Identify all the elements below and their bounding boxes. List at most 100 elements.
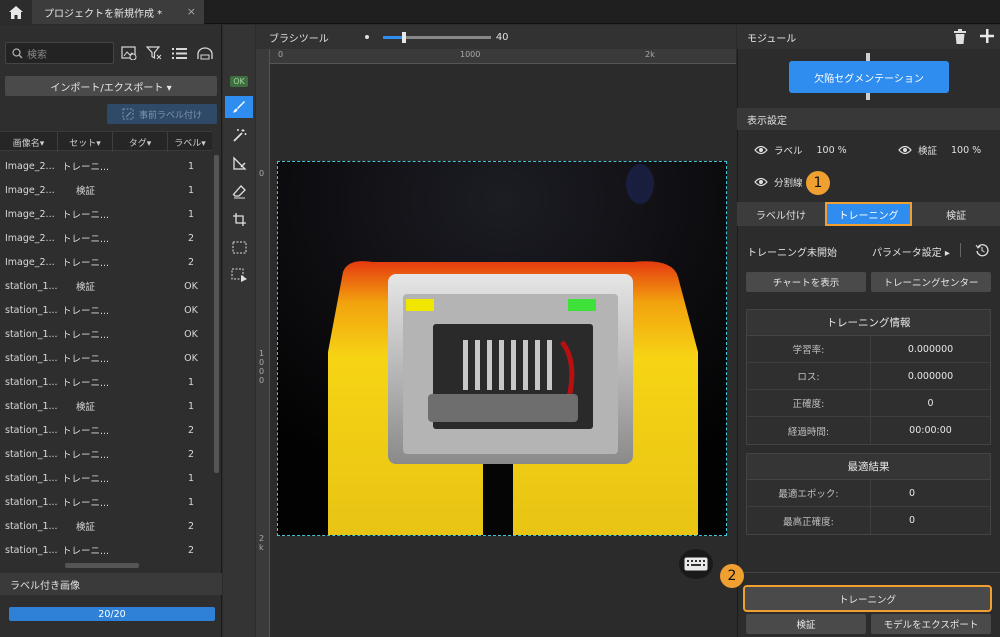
cell-label: 1 bbox=[187, 496, 195, 508]
table-row[interactable]: station_1... トレーニ... 1 bbox=[0, 370, 212, 394]
defect-segmentation-button[interactable]: 欠陥セグメンテーション bbox=[789, 61, 949, 93]
table-row[interactable]: Image_2... トレーニ... 1 bbox=[0, 202, 212, 226]
image-settings-icon[interactable] bbox=[120, 44, 138, 62]
ok-tool[interactable]: OK bbox=[225, 70, 253, 92]
table-row[interactable]: station_1... 検証 OK bbox=[0, 274, 212, 298]
filter-icon[interactable] bbox=[145, 44, 163, 62]
cell-set: 検証 bbox=[75, 186, 95, 197]
history-icon[interactable] bbox=[975, 243, 989, 260]
cell-label: OK bbox=[184, 280, 198, 292]
col-label[interactable]: ラベル▾ bbox=[168, 132, 212, 152]
mode-tabs: ラベル付け トレーニング 検証 bbox=[737, 202, 1000, 226]
vertical-scrollbar[interactable] bbox=[214, 155, 219, 473]
label-visibility-option[interactable]: ラベル 100 % bbox=[754, 143, 847, 157]
search-input[interactable]: 検索 bbox=[5, 42, 114, 64]
tab-training[interactable]: トレーニング bbox=[824, 202, 913, 226]
cell-name: station_1... bbox=[5, 472, 58, 484]
cell-name: station_1... bbox=[5, 424, 58, 436]
table-row[interactable]: station_1... トレーニ... OK bbox=[0, 322, 212, 346]
table-header: 画像名▾ セット▾ タグ▾ ラベル▾ bbox=[0, 131, 212, 152]
table-row[interactable]: station_1... 検証 1 bbox=[0, 394, 212, 418]
import-export-button[interactable]: インポート/エクスポート ▾ bbox=[5, 76, 217, 96]
search-placeholder: 検索 bbox=[27, 49, 47, 61]
parameter-settings-link[interactable]: パラメータ設定 ▸ bbox=[872, 244, 950, 259]
vruler-label-0: 0 bbox=[259, 169, 265, 178]
export-model-button[interactable]: モデルをエクスポート bbox=[871, 614, 991, 634]
project-tab-title: プロジェクトを新規作成 * bbox=[44, 8, 163, 20]
split-line-option[interactable]: 分割線 bbox=[754, 175, 803, 189]
info-row: 経過時間: 00:00:00 bbox=[747, 417, 990, 444]
cell-name: station_1... bbox=[5, 376, 58, 388]
cell-name: Image_2... bbox=[5, 184, 55, 196]
cell-set: トレーニ... bbox=[61, 162, 110, 173]
dashboard-icon[interactable] bbox=[196, 44, 214, 62]
close-tab-icon[interactable]: × bbox=[187, 5, 196, 18]
verify-visibility-option[interactable]: 検証 100 % bbox=[898, 143, 981, 157]
cell-label: 1 bbox=[187, 184, 195, 196]
list-view-icon[interactable] bbox=[170, 44, 188, 62]
cell-set: トレーニ... bbox=[61, 378, 110, 389]
start-training-button[interactable]: トレーニング bbox=[743, 585, 992, 612]
table-row[interactable]: Image_2... トレーニ... 2 bbox=[0, 250, 212, 274]
table-row[interactable]: station_1... トレーニ... 2 bbox=[0, 538, 212, 562]
select-tool[interactable] bbox=[225, 236, 253, 258]
tab-labeling[interactable]: ラベル付け bbox=[737, 202, 825, 226]
verify-option-text: 検証 bbox=[918, 146, 938, 157]
display-settings-header: 表示設定 bbox=[737, 108, 1000, 130]
trash-icon[interactable] bbox=[953, 29, 967, 47]
play-tool[interactable] bbox=[225, 264, 253, 286]
project-tab[interactable]: プロジェクトを新規作成 * × bbox=[32, 0, 204, 24]
training-center-button[interactable]: トレーニングセンター bbox=[871, 272, 991, 292]
horizontal-ruler: 0 1000 2k bbox=[270, 49, 736, 64]
table-row[interactable]: Image_2... トレーニ... 2 bbox=[0, 226, 212, 250]
eye-icon bbox=[754, 177, 768, 187]
cell-label: 1 bbox=[187, 400, 195, 412]
brush-icon bbox=[233, 101, 245, 113]
verify-button[interactable]: 検証 bbox=[746, 614, 866, 634]
table-row[interactable]: station_1... トレーニ... OK bbox=[0, 298, 212, 322]
table-row[interactable]: station_1... 検証 2 bbox=[0, 514, 212, 538]
col-image-name[interactable]: 画像名▾ bbox=[0, 132, 58, 152]
cell-label: 1 bbox=[187, 160, 195, 172]
info-value: 0 bbox=[909, 515, 916, 526]
cell-name: station_1... bbox=[5, 544, 58, 556]
home-button[interactable] bbox=[0, 0, 32, 24]
module-title: モジュール bbox=[747, 33, 797, 45]
table-row[interactable]: station_1... トレーニ... 1 bbox=[0, 490, 212, 514]
home-icon bbox=[9, 5, 23, 19]
col-tag[interactable]: タグ▾ bbox=[113, 132, 168, 152]
table-row[interactable]: Image_2... 検証 1 bbox=[0, 178, 212, 202]
keyboard-shortcuts-button[interactable] bbox=[679, 549, 713, 579]
cell-set: トレーニ... bbox=[61, 210, 110, 221]
tab-verify[interactable]: 検証 bbox=[912, 202, 1000, 226]
eraser-tool[interactable] bbox=[225, 180, 253, 202]
vruler-label-2k: 2 k bbox=[259, 534, 265, 552]
pre-label-text: 事前ラベル付け bbox=[138, 110, 202, 121]
cell-name: Image_2... bbox=[5, 256, 55, 268]
cell-set: 検証 bbox=[75, 402, 95, 413]
table-row[interactable]: Image_2... トレーニ... 1 bbox=[0, 154, 212, 178]
horizontal-scrollbar[interactable] bbox=[65, 563, 139, 568]
crop-tool[interactable] bbox=[225, 208, 253, 230]
col-set[interactable]: セット▾ bbox=[58, 132, 113, 152]
cell-name: station_1... bbox=[5, 448, 58, 460]
table-row[interactable]: station_1... トレーニ... 1 bbox=[0, 466, 212, 490]
show-chart-button[interactable]: チャートを表示 bbox=[746, 272, 866, 292]
play-region-icon bbox=[231, 268, 247, 282]
brush-tool[interactable] bbox=[225, 96, 253, 118]
best-result-table: 最適結果 最適エポック: 0 最高正確度: 0 bbox=[746, 453, 991, 535]
pre-label-button[interactable]: 事前ラベル付け bbox=[107, 104, 217, 124]
add-icon[interactable] bbox=[980, 29, 994, 46]
cell-name: station_1... bbox=[5, 352, 58, 364]
brush-size-handle[interactable] bbox=[402, 31, 407, 43]
table-row[interactable]: station_1... トレーニ... OK bbox=[0, 346, 212, 370]
cell-set: トレーニ... bbox=[61, 306, 110, 317]
brush-size-slider[interactable] bbox=[382, 31, 491, 43]
table-row[interactable]: station_1... トレーニ... 2 bbox=[0, 442, 212, 466]
polygon-tool[interactable] bbox=[225, 152, 253, 174]
ethernet-port-image[interactable] bbox=[277, 161, 727, 536]
info-row: 最高正確度: 0 bbox=[747, 507, 990, 534]
table-row[interactable]: station_1... トレーニ... 2 bbox=[0, 418, 212, 442]
magic-wand-tool[interactable] bbox=[225, 124, 253, 146]
info-value: 0 bbox=[927, 397, 934, 409]
